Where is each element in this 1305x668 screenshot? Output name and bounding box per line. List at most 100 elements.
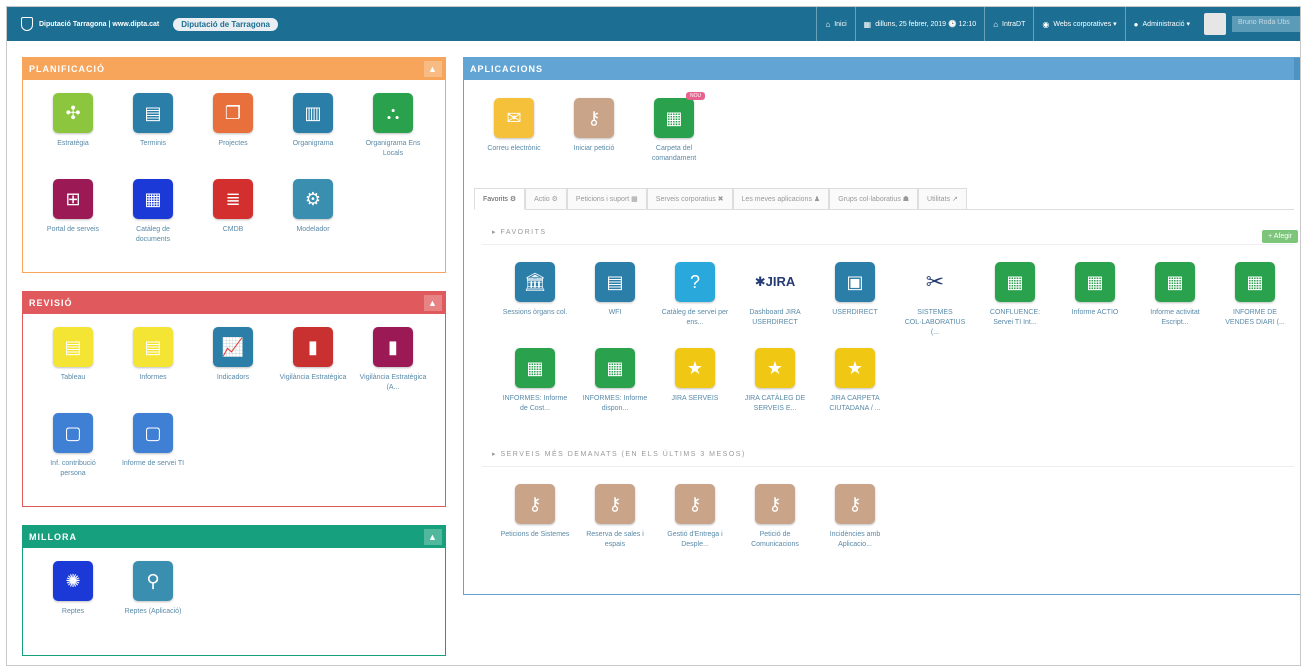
app-tile[interactable]: ? Catàleg de servei per ens... bbox=[660, 262, 730, 328]
app-label[interactable]: Organigrama bbox=[278, 139, 348, 149]
app-tile[interactable]: ▮ Vigilància Estratègica bbox=[278, 327, 348, 383]
app-tile[interactable]: 🏛 Sessions òrgans col. bbox=[500, 262, 570, 318]
app-label[interactable]: Carpeta del comandament bbox=[639, 144, 709, 164]
app-tile[interactable]: ★ JIRA CATÀLEG DE SERVEIS E... bbox=[740, 348, 810, 414]
app-tile[interactable]: ▦ INFORMES: Informe de Cost... bbox=[500, 348, 570, 414]
app-tile[interactable]: ⚙ Modelador bbox=[278, 179, 348, 235]
collapse-chevron-icon[interactable]: ▲ bbox=[424, 295, 442, 311]
app-label[interactable]: Portal de serveis bbox=[38, 225, 108, 235]
app-icon[interactable]: ? bbox=[675, 262, 715, 302]
app-icon[interactable]: ≣ bbox=[213, 179, 253, 219]
app-label[interactable]: Terminis bbox=[118, 139, 188, 149]
app-label[interactable]: USERDIRECT bbox=[820, 308, 890, 318]
tab-6[interactable]: Utilitats ↗ bbox=[918, 188, 967, 209]
app-label[interactable]: Reptes (Aplicació) bbox=[118, 607, 188, 617]
app-label[interactable]: Vigilància Estratègica bbox=[278, 373, 348, 383]
app-tile[interactable]: ▤ Tableau bbox=[38, 327, 108, 383]
app-icon[interactable]: ▮ bbox=[373, 327, 413, 367]
app-icon[interactable]: ▣ bbox=[835, 262, 875, 302]
app-tile[interactable]: ⊞ Portal de serveis bbox=[38, 179, 108, 235]
top-nav-item[interactable]: ● Administració ▾ bbox=[1124, 7, 1198, 41]
app-tile[interactable]: ⛬ Organigrama Ens Locals bbox=[358, 93, 428, 159]
app-icon[interactable]: ⚷ bbox=[835, 484, 875, 524]
organization-pill[interactable]: Diputació de Tarragona bbox=[173, 17, 278, 31]
app-icon[interactable]: ▢ bbox=[53, 413, 93, 453]
app-tile[interactable]: ✉ Correu electrònic bbox=[479, 98, 549, 154]
app-label[interactable]: Estratègia bbox=[38, 139, 108, 149]
app-label[interactable]: Informe ACTIO bbox=[1060, 308, 1130, 318]
app-label[interactable]: CONFLUENCE: Servei TI Int... bbox=[980, 308, 1050, 328]
app-label[interactable]: Reptes bbox=[38, 607, 108, 617]
app-label[interactable]: SISTEMES COL·LABORATIUS (... bbox=[900, 308, 970, 338]
top-nav-item[interactable]: ⌂ Inici bbox=[816, 7, 854, 41]
app-tile[interactable]: ▦ CONFLUENCE: Servei TI Int... bbox=[980, 262, 1050, 328]
brand[interactable]: Diputació Tarragona | www.dipta.cat bbox=[21, 17, 159, 31]
app-tile[interactable]: ▢ Informe de servei TI bbox=[118, 413, 188, 469]
app-icon[interactable]: ▤ bbox=[133, 93, 173, 133]
app-icon[interactable]: ▤ bbox=[53, 327, 93, 367]
app-label[interactable]: JIRA CARPETA CIUTADANA / ... bbox=[820, 394, 890, 414]
app-label[interactable]: Sessions òrgans col. bbox=[500, 308, 570, 318]
app-icon[interactable]: ★ bbox=[835, 348, 875, 388]
tab-1[interactable]: Actio ⚙ bbox=[525, 188, 567, 209]
app-icon[interactable]: ▦ bbox=[595, 348, 635, 388]
app-tile[interactable]: ⚷ Iniciar petició bbox=[559, 98, 629, 154]
app-icon[interactable]: ▦ bbox=[1075, 262, 1115, 302]
app-icon[interactable]: ✺ bbox=[53, 561, 93, 601]
app-icon[interactable]: ✱JIRA bbox=[755, 262, 796, 302]
top-nav-item[interactable]: ◉ Webs corporatives ▾ bbox=[1033, 7, 1124, 41]
app-label[interactable]: Inf. contribució persona bbox=[38, 459, 108, 479]
avatar[interactable] bbox=[1204, 13, 1226, 35]
app-label[interactable]: Projectes bbox=[198, 139, 268, 149]
app-icon[interactable]: ❐ bbox=[213, 93, 253, 133]
app-icon[interactable]: ▦ NOU bbox=[654, 92, 706, 138]
app-icon[interactable]: ✣ bbox=[53, 93, 93, 133]
app-label[interactable]: Dashboard JIRA USERDIRECT bbox=[740, 308, 810, 328]
app-label[interactable]: JIRA CATÀLEG DE SERVEIS E... bbox=[740, 394, 810, 414]
app-icon[interactable]: ★ bbox=[675, 348, 715, 388]
app-icon[interactable]: ⚷ bbox=[595, 484, 635, 524]
app-label[interactable]: Reserva de sales i espais bbox=[580, 530, 650, 550]
app-tile[interactable]: ✂ SISTEMES COL·LABORATIUS (... bbox=[900, 262, 970, 338]
tab-4[interactable]: Les meves aplicacions ♟ bbox=[732, 188, 830, 209]
app-label[interactable]: Informe activitat Escript... bbox=[1140, 308, 1210, 328]
app-tile[interactable]: ▤ WFI bbox=[580, 262, 650, 318]
app-label[interactable]: INFORMES: Informe dispon... bbox=[580, 394, 650, 414]
app-tile[interactable]: ▥ Organigrama bbox=[278, 93, 348, 149]
tab-0[interactable]: Favorits ⚙ bbox=[474, 188, 526, 210]
app-label[interactable]: Informes bbox=[118, 373, 188, 383]
app-tile[interactable]: ▤ Terminis bbox=[118, 93, 188, 149]
app-tile[interactable]: ▢ Inf. contribució persona bbox=[38, 413, 108, 479]
app-tile[interactable]: ⚲ Reptes (Aplicació) bbox=[118, 561, 188, 617]
app-label[interactable]: Catàleg de servei per ens... bbox=[660, 308, 730, 328]
app-label[interactable]: Incidències amb Aplicacio... bbox=[820, 530, 890, 550]
app-tile[interactable]: ⚷ Gestió d'Entrega i Desple... bbox=[660, 484, 730, 550]
app-icon[interactable]: ⛬ bbox=[373, 93, 413, 133]
app-icon[interactable]: ⚲ bbox=[133, 561, 173, 601]
app-label[interactable]: Correu electrònic bbox=[479, 144, 549, 154]
app-label[interactable]: INFORME DE VENDES DIARI (... bbox=[1220, 308, 1290, 328]
app-label[interactable]: Peticions de Sistemes bbox=[500, 530, 570, 540]
app-icon[interactable]: ⚷ bbox=[755, 484, 795, 524]
app-icon[interactable]: ▢ bbox=[133, 413, 173, 453]
app-label[interactable]: WFI bbox=[580, 308, 650, 318]
app-label[interactable]: Indicadors bbox=[198, 373, 268, 383]
app-label[interactable]: JIRA SERVEIS bbox=[660, 394, 730, 404]
app-icon[interactable]: ✉ bbox=[494, 98, 534, 138]
app-icon[interactable]: ▦ bbox=[515, 348, 555, 388]
app-label[interactable]: Catàleg de documents bbox=[118, 225, 188, 245]
app-tile[interactable]: ★ JIRA CARPETA CIUTADANA / ... bbox=[820, 348, 890, 414]
tab-2[interactable]: Peticions i suport ▦ bbox=[566, 188, 647, 209]
app-tile[interactable]: ✣ Estratègia bbox=[38, 93, 108, 149]
app-tile[interactable]: ▦ Catàleg de documents bbox=[118, 179, 188, 245]
app-icon[interactable]: ▮ bbox=[293, 327, 333, 367]
app-tile[interactable]: ▦ Informe activitat Escript... bbox=[1140, 262, 1210, 328]
app-icon[interactable]: ⚷ bbox=[515, 484, 555, 524]
app-tile[interactable]: ⚷ Petició de Comunicacions bbox=[740, 484, 810, 550]
app-tile[interactable]: ▤ Informes bbox=[118, 327, 188, 383]
app-tile[interactable]: ❐ Projectes bbox=[198, 93, 268, 149]
app-label[interactable]: Tableau bbox=[38, 373, 108, 383]
app-tile[interactable]: ★ JIRA SERVEIS bbox=[660, 348, 730, 404]
collapse-chevron-icon[interactable]: ▲ bbox=[424, 61, 442, 77]
app-tile[interactable]: ▦ INFORMES: Informe dispon... bbox=[580, 348, 650, 414]
